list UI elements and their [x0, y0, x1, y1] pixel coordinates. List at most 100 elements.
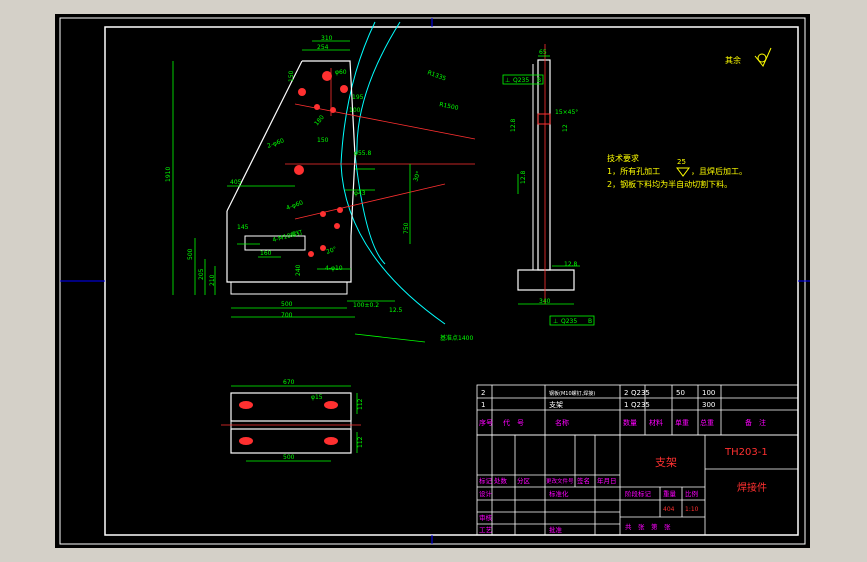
bom-name: 支架: [549, 400, 563, 409]
bom-seq: 2: [481, 389, 485, 397]
bom-total-weight: 300: [702, 401, 715, 409]
sheet-info: 共 张 第 张: [625, 522, 671, 531]
hole: [294, 165, 304, 175]
standardization-label: 标准化: [549, 489, 569, 498]
dim: 15×45°: [555, 109, 578, 116]
rev-label: 年月日: [597, 476, 617, 485]
drawing-number: TH203-1: [724, 447, 768, 458]
bom-header: 数量: [623, 418, 637, 427]
dim: 670: [283, 379, 295, 386]
dim: 195: [352, 94, 364, 101]
dim: 340: [539, 298, 551, 305]
bom-qty: 1: [624, 401, 628, 409]
bom-header: 名称: [555, 418, 569, 427]
dim: 500: [281, 301, 293, 308]
dim: 100±0.2: [353, 302, 379, 309]
bom-header: 总重: [700, 418, 714, 427]
dim: 112: [357, 398, 364, 410]
bom-total-weight: 100: [702, 389, 715, 397]
part-type: 焊接件: [737, 481, 767, 494]
hole: [308, 251, 314, 257]
gdt-top-sym: ⊥: [505, 77, 510, 84]
dim: 310: [321, 35, 333, 42]
dim: φ55.8: [354, 150, 372, 157]
dim: 500: [187, 248, 194, 260]
bom-name: 钢板(M10螺钉,焊接): [549, 390, 595, 397]
part-name: 支架: [655, 456, 677, 469]
bom-header: 单重: [675, 418, 689, 427]
stage-label: 阶段标记: [625, 489, 652, 498]
gdt-top-datum: B: [537, 77, 541, 84]
dim: 1910: [165, 167, 172, 182]
hole: [340, 85, 348, 93]
dim: φ43: [354, 190, 366, 197]
stage-label: 比例: [685, 489, 698, 498]
gdt-top-val: Q235: [513, 77, 529, 84]
dim: 160: [260, 250, 272, 257]
gdt-bottom-val: Q235: [561, 318, 577, 325]
bom-material: Q235: [631, 389, 650, 397]
gdt-bottom-datum: B: [588, 318, 592, 325]
bom-seq: 1: [481, 401, 485, 409]
dim: 100: [349, 107, 361, 114]
dim: 12.8: [520, 170, 527, 184]
bom-header: 序号: [479, 418, 493, 427]
dim: 12.8: [564, 261, 578, 268]
signoff-label: 设计: [479, 489, 493, 498]
rev-label: 签名: [577, 476, 590, 485]
weight-value: 404: [663, 506, 675, 513]
dim: 145: [237, 224, 249, 231]
stage-label: 重量: [663, 490, 677, 498]
roughness-label: 其余: [725, 55, 741, 65]
rev-label: 更改文件号: [546, 477, 574, 485]
drawing-sheet: 310 254 150 φ60 R1335 R1500 195 100 180 …: [55, 14, 810, 548]
scale-value: 1:10: [685, 506, 699, 513]
dim: 254: [317, 44, 329, 51]
hole: [334, 223, 340, 229]
bom-qty: 2: [624, 389, 628, 397]
dim: φ60: [335, 69, 347, 76]
hole: [298, 88, 306, 96]
dim: 405: [230, 179, 242, 186]
tech-title: 技术要求: [607, 153, 639, 163]
sheet-background: [55, 14, 810, 548]
dim: 150: [288, 70, 295, 82]
bottom-hole: [239, 437, 253, 445]
bom-material: Q235: [631, 401, 650, 409]
dim: 240: [295, 264, 302, 276]
dim: 750: [403, 222, 410, 234]
tech-item-1a: 1，所有孔加工: [607, 166, 660, 176]
dim: 500: [283, 454, 295, 461]
cad-drawing: 310 254 150 φ60 R1335 R1500 195 100 180 …: [55, 14, 810, 548]
dim: 12.8: [510, 118, 517, 132]
dim: 700: [281, 312, 293, 319]
tech-item-2: 2，钢板下料均为半自动切割下料。: [607, 179, 732, 189]
hole: [314, 104, 320, 110]
rev-label: 标记: [479, 476, 493, 485]
dim: 12: [562, 124, 569, 132]
dim: 112: [357, 436, 364, 448]
bottom-hole: [239, 401, 253, 409]
tech-roughness: 25: [677, 158, 686, 166]
bom-header: 代 号: [503, 418, 524, 427]
rev-label: 处数: [494, 476, 508, 485]
bom-unit-weight: 50: [676, 389, 685, 397]
dim: 12.5: [389, 307, 403, 314]
signoff-label: 审核: [479, 513, 493, 522]
dim: 205: [198, 268, 205, 280]
signoff-label: 工艺: [479, 526, 493, 534]
bottom-hole: [324, 437, 338, 445]
gdt-bottom-sym: ⊥: [553, 318, 558, 325]
dim: 210: [209, 274, 216, 286]
dim: 基准点1400: [440, 334, 473, 342]
signoff-label: 批准: [549, 525, 563, 534]
hole: [322, 71, 332, 81]
tech-item-1b: ，且焊后加工。: [691, 166, 747, 176]
dim: 150: [317, 137, 329, 144]
bottom-hole: [324, 401, 338, 409]
rev-label: 分区: [517, 476, 531, 485]
bom-header: 备 注: [745, 418, 766, 427]
dim: 4-φ10: [325, 265, 343, 272]
bom-header: 材料: [649, 418, 663, 427]
dim: 65: [539, 49, 547, 56]
